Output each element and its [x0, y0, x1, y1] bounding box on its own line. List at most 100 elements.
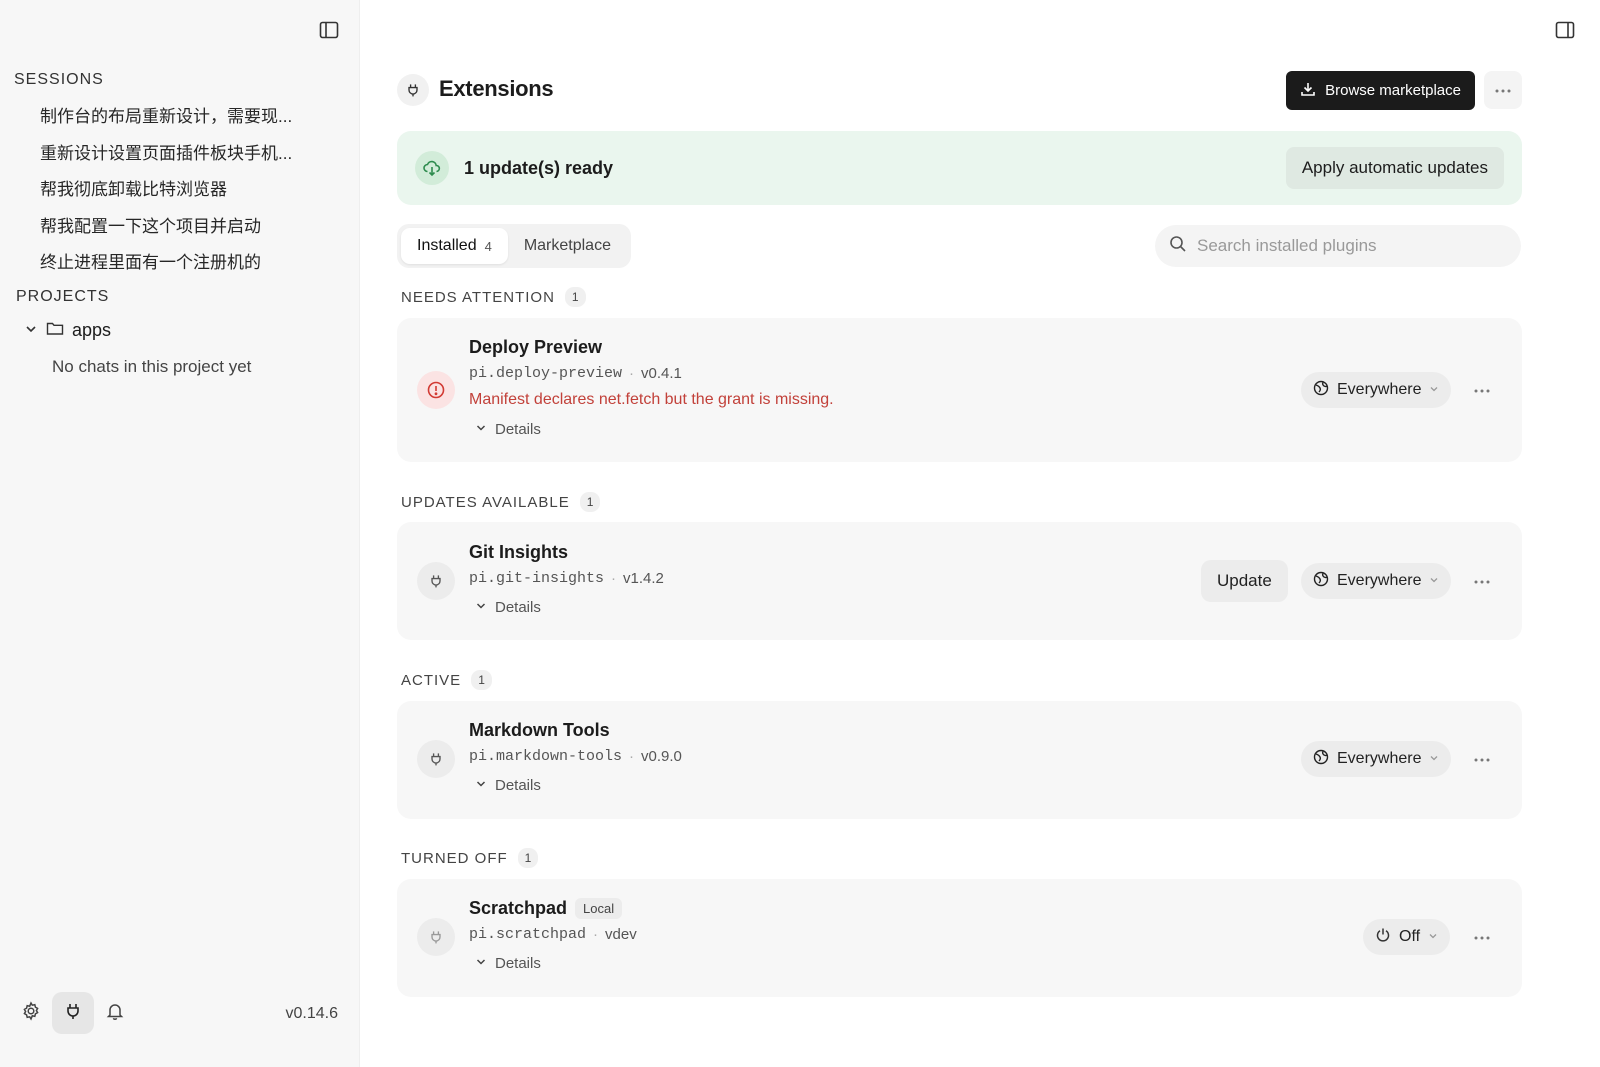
details-label: Details — [495, 955, 541, 972]
plugin-more-button[interactable] — [1470, 569, 1494, 593]
plugin-card-deploy-preview: Deploy Preview pi.deploy-preview · v0.4.… — [397, 318, 1522, 462]
chevron-down-icon — [24, 320, 38, 341]
local-badge: Local — [575, 898, 623, 919]
session-item[interactable]: 终止进程里面有一个注册机的 — [40, 248, 261, 273]
plugin-card-scratchpad: Scratchpad Local pi.scratchpad · vdev De… — [397, 879, 1522, 997]
group-label: UPDATES AVAILABLE — [401, 493, 570, 511]
right-panel-toggle-icon[interactable] — [1554, 19, 1576, 41]
sidebar: SESSIONS 制作台的布局重新设计，需要现... 重新设计设置页面插件板块手… — [0, 0, 360, 1067]
chevron-down-icon — [1428, 928, 1438, 946]
plug-icon — [417, 918, 455, 956]
meta-separator: · — [629, 365, 635, 382]
scope-dropdown[interactable]: Off — [1363, 919, 1451, 955]
update-banner: 1 update(s) ready Apply automatic update… — [397, 131, 1522, 205]
update-button[interactable]: Update — [1201, 560, 1288, 602]
folder-icon — [46, 320, 64, 341]
power-icon — [1375, 927, 1391, 948]
apply-automatic-updates-button[interactable]: Apply automatic updates — [1285, 147, 1504, 189]
plug-icon — [417, 562, 455, 600]
alert-circle-icon — [417, 371, 455, 409]
plugin-name: Scratchpad Local — [469, 898, 623, 919]
details-label: Details — [495, 599, 541, 616]
group-count-badge: 1 — [517, 848, 539, 868]
plugin-id: pi.deploy-preview — [469, 365, 623, 382]
group-count-badge: 1 — [471, 670, 492, 690]
plugin-card-markdown-tools: Markdown Tools pi.markdown-tools · v0.9.… — [397, 701, 1522, 819]
details-toggle[interactable]: Details — [475, 599, 541, 616]
main-panel: Extensions Browse marketplace 1 update(s… — [360, 0, 1600, 1067]
scope-dropdown[interactable]: Everywhere — [1301, 563, 1452, 599]
plugin-version: v0.4.1 — [641, 365, 682, 382]
group-active: ACTIVE 1 — [401, 670, 492, 690]
session-item[interactable]: 帮我彻底卸载比特浏览器 — [40, 175, 227, 200]
scope-dropdown[interactable]: Everywhere — [1301, 372, 1452, 408]
meta-separator: · — [629, 748, 635, 765]
tab-installed-count: 4 — [484, 238, 492, 254]
download-icon — [1300, 81, 1316, 101]
plugin-id: pi.git-insights — [469, 570, 605, 587]
header-more-button[interactable] — [1484, 71, 1522, 109]
settings-button[interactable] — [10, 992, 52, 1034]
sidebar-toggle-icon[interactable] — [318, 19, 340, 41]
group-needs-attention: NEEDS ATTENTION 1 — [401, 287, 586, 307]
plugin-more-button[interactable] — [1470, 378, 1494, 402]
plugin-version: vdev — [605, 926, 637, 943]
plugin-more-button[interactable] — [1470, 925, 1494, 949]
details-toggle[interactable]: Details — [475, 421, 541, 438]
scope-label: Everywhere — [1337, 381, 1422, 398]
session-item[interactable]: 重新设计设置页面插件板块手机... — [40, 139, 292, 164]
plugin-more-button[interactable] — [1470, 747, 1494, 771]
group-label: ACTIVE — [401, 671, 462, 689]
chevron-down-icon — [475, 777, 487, 794]
update-banner-text: 1 update(s) ready — [464, 158, 614, 178]
cloud-download-icon — [415, 151, 449, 185]
chevron-down-icon — [475, 599, 487, 616]
plug-icon — [63, 1001, 83, 1026]
plugin-meta: pi.git-insights · v1.4.2 — [469, 570, 664, 587]
notifications-button[interactable] — [94, 992, 136, 1034]
chevron-down-icon — [1429, 381, 1439, 399]
scope-label: Everywhere — [1337, 572, 1422, 589]
plugin-name: Markdown Tools — [469, 720, 610, 741]
search-box — [1155, 225, 1521, 267]
plugin-error-message: Manifest declares net.fetch but the gran… — [469, 391, 834, 408]
sidebar-footer: v0.14.6 — [0, 992, 360, 1038]
globe-icon — [1313, 571, 1329, 592]
plugin-card-git-insights: Git Insights pi.git-insights · v1.4.2 De… — [397, 522, 1522, 640]
app-version: v0.14.6 — [285, 1005, 338, 1022]
plugin-name-text: Scratchpad — [469, 898, 568, 918]
group-count-badge: 1 — [579, 492, 601, 512]
globe-icon — [1313, 749, 1329, 770]
browse-marketplace-label: Browse marketplace — [1325, 82, 1461, 99]
tab-marketplace-label: Marketplace — [523, 237, 611, 254]
plugin-version: v1.4.2 — [623, 570, 664, 587]
scope-label: Everywhere — [1337, 750, 1422, 767]
scope-dropdown[interactable]: Everywhere — [1301, 741, 1452, 777]
chevron-down-icon — [1429, 572, 1439, 590]
browse-marketplace-button[interactable]: Browse marketplace — [1286, 71, 1475, 110]
extensions-button[interactable] — [52, 992, 94, 1034]
session-item[interactable]: 制作台的布局重新设计，需要现... — [40, 102, 292, 127]
details-toggle[interactable]: Details — [475, 955, 541, 972]
gear-icon — [21, 1000, 41, 1026]
more-horizontal-icon — [1473, 381, 1491, 399]
bell-icon — [105, 1001, 125, 1026]
chevron-down-icon — [475, 955, 487, 972]
project-name: apps — [72, 320, 112, 340]
plugin-name-text: Markdown Tools — [469, 720, 610, 740]
tab-installed[interactable]: Installed 4 — [401, 228, 508, 264]
project-item-apps[interactable]: apps — [24, 320, 111, 341]
session-item[interactable]: 帮我配置一下这个项目并启动 — [40, 212, 261, 237]
plugin-name: Deploy Preview — [469, 337, 602, 358]
more-horizontal-icon — [1494, 81, 1512, 99]
details-toggle[interactable]: Details — [475, 777, 541, 794]
group-label: TURNED OFF — [401, 849, 508, 867]
tab-marketplace[interactable]: Marketplace — [508, 228, 627, 264]
plugin-meta: pi.scratchpad · vdev — [469, 926, 637, 943]
plugin-meta: pi.deploy-preview · v0.4.1 — [469, 365, 682, 382]
search-input[interactable] — [1197, 236, 1497, 256]
group-label: NEEDS ATTENTION — [401, 288, 555, 306]
plugin-name: Git Insights — [469, 542, 568, 563]
globe-icon — [1313, 380, 1329, 401]
page-header: Extensions Browse marketplace — [397, 70, 1522, 110]
